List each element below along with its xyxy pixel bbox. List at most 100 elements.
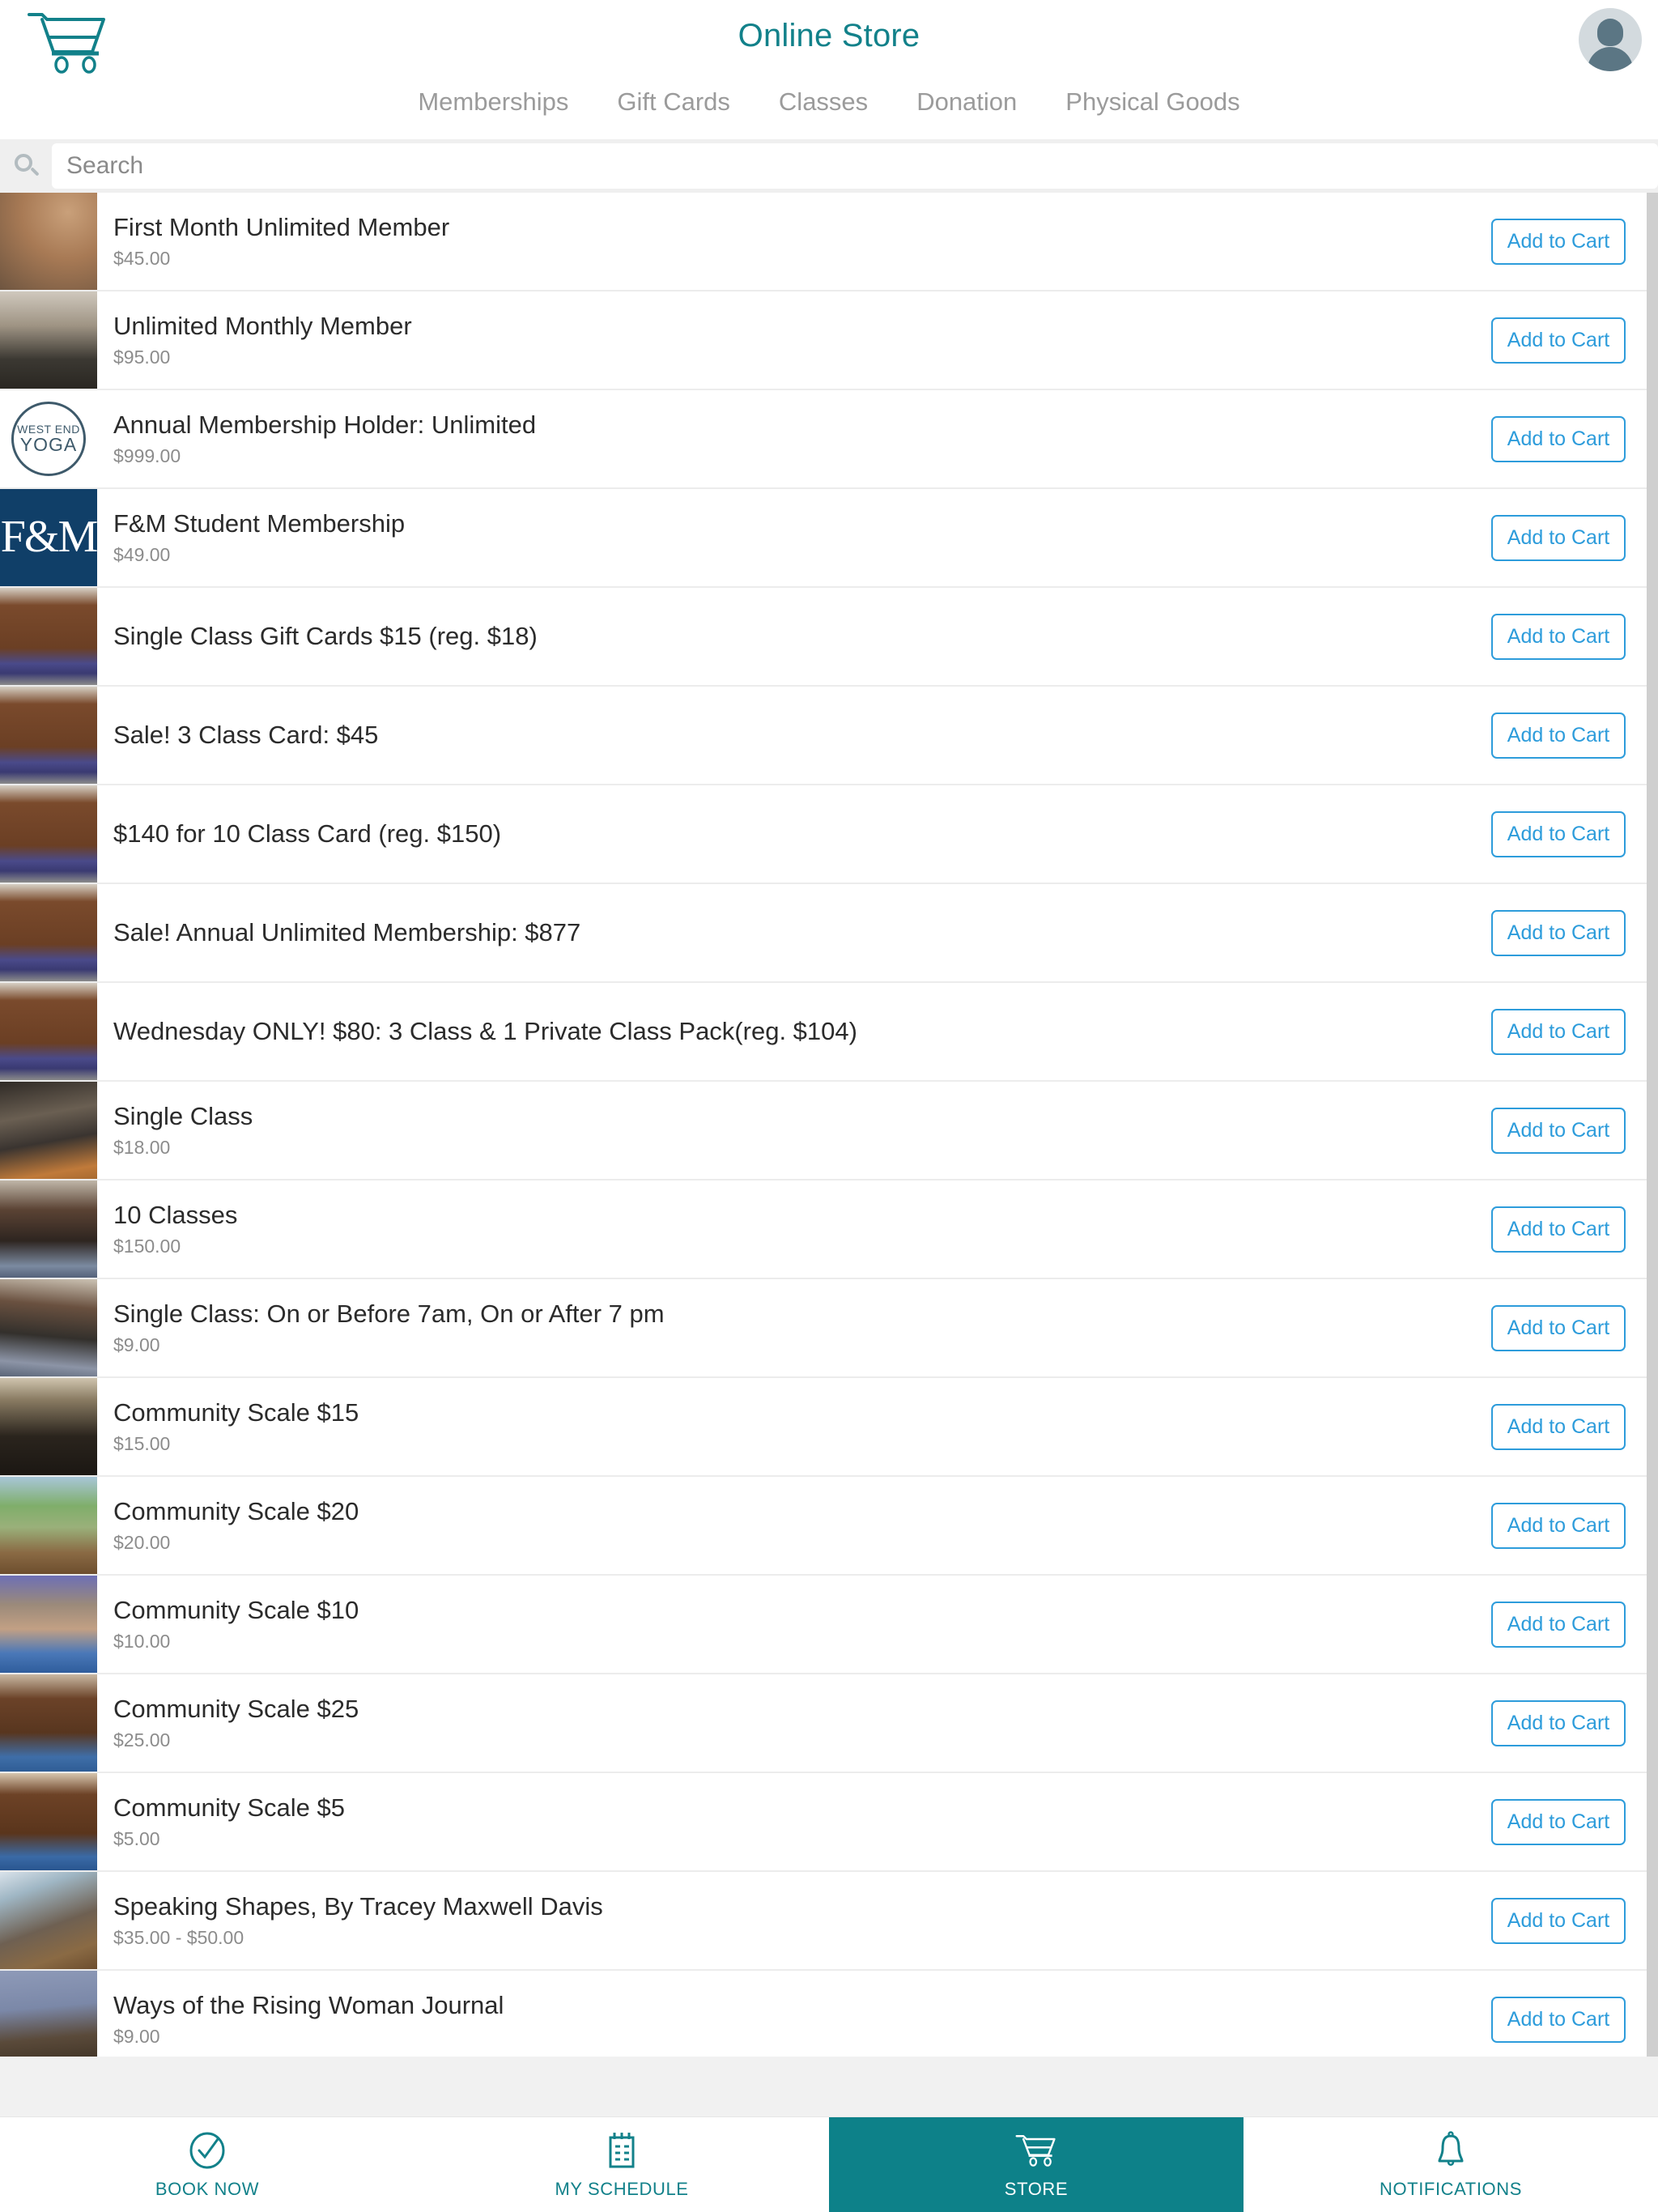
product-row[interactable]: Community Scale $20 $20.00 Add to Cart	[0, 1477, 1658, 1576]
product-row[interactable]: Community Scale $25 $25.00 Add to Cart	[0, 1674, 1658, 1773]
check-circle-icon	[189, 2130, 226, 2171]
product-info: 10 Classes $150.00	[97, 1180, 1480, 1278]
product-thumbnail	[0, 291, 97, 389]
product-thumbnail	[0, 983, 97, 1080]
tab-my-schedule-label: MY SCHEDULE	[555, 2178, 689, 2199]
product-row[interactable]: F&M F&M Student Membership $49.00 Add to Ca…	[0, 489, 1658, 588]
product-row[interactable]: First Month Unlimited Member $45.00 Add to…	[0, 193, 1658, 291]
product-title: Community Scale $5	[113, 1793, 346, 1822]
tab-store[interactable]: STORE	[829, 2117, 1244, 2212]
product-row[interactable]: Unlimited Monthly Member $95.00 Add to Car…	[0, 291, 1658, 390]
add-to-cart-button[interactable]: Add to Cart	[1490, 218, 1626, 265]
product-row[interactable]: 10 Classes $150.00 Add to Cart	[0, 1180, 1658, 1279]
logo-line-1: WEST END	[17, 422, 80, 436]
add-to-cart-button[interactable]: Add to Cart	[1490, 909, 1626, 956]
tab-my-schedule[interactable]: MY SCHEDULE	[414, 2117, 829, 2212]
product-thumbnail	[0, 884, 97, 981]
product-price: $9.00	[113, 2026, 160, 2048]
add-to-cart-button[interactable]: Add to Cart	[1490, 415, 1626, 462]
product-thumbnail	[0, 1773, 97, 1870]
add-to-cart-button[interactable]: Add to Cart	[1490, 1107, 1626, 1154]
product-thumbnail	[0, 1477, 97, 1574]
product-row[interactable]: Sale! 3 Class Card: $45 Add to Cart	[0, 687, 1658, 785]
product-price: $35.00 - $50.00	[113, 1927, 244, 1949]
product-row[interactable]: Single Class Gift Cards $15 (reg. $18) Ad…	[0, 588, 1658, 687]
add-to-cart-button[interactable]: Add to Cart	[1490, 1008, 1626, 1055]
product-thumbnail	[0, 1971, 97, 2057]
product-action: Add to Cart	[1480, 1180, 1658, 1278]
product-thumbnail	[0, 588, 97, 685]
add-to-cart-button[interactable]: Add to Cart	[1490, 613, 1626, 660]
product-row[interactable]: $140 for 10 Class Card (reg. $150) Add to…	[0, 785, 1658, 884]
product-price: $5.00	[113, 1828, 160, 1850]
add-to-cart-button[interactable]: Add to Cart	[1490, 1502, 1626, 1549]
product-row[interactable]: Community Scale $5 $5.00 Add to Cart	[0, 1773, 1658, 1872]
add-to-cart-button[interactable]: Add to Cart	[1490, 1206, 1626, 1253]
product-row[interactable]: Ways of the Rising Woman Journal $9.00 Add…	[0, 1971, 1658, 2057]
logo-line-2: YOGA	[19, 434, 78, 456]
add-to-cart-button[interactable]: Add to Cart	[1490, 1897, 1626, 1944]
product-row[interactable]: Community Scale $10 $10.00 Add to Cart	[0, 1576, 1658, 1674]
add-to-cart-button[interactable]: Add to Cart	[1490, 317, 1626, 364]
product-row[interactable]: Single Class: On or Before 7am, On or Af…	[0, 1279, 1658, 1378]
product-action: Add to Cart	[1480, 1378, 1658, 1475]
product-row[interactable]: Speaking Shapes, By Tracey Maxwell Davis…	[0, 1872, 1658, 1971]
product-action: Add to Cart	[1480, 390, 1658, 487]
add-to-cart-button[interactable]: Add to Cart	[1490, 712, 1626, 759]
add-to-cart-button[interactable]: Add to Cart	[1490, 1798, 1626, 1845]
product-action: Add to Cart	[1480, 1971, 1658, 2057]
product-list: First Month Unlimited Member $45.00 Add to…	[0, 193, 1658, 2057]
search-icon	[13, 152, 40, 180]
product-action: Add to Cart	[1480, 1279, 1658, 1376]
product-thumbnail	[0, 1674, 97, 1772]
product-title: Sale! Annual Unlimited Membership: $877	[113, 918, 581, 947]
product-info: Wednesday ONLY! $80: 3 Class & 1 Private…	[97, 983, 1480, 1080]
vertical-scrollbar[interactable]	[1647, 193, 1658, 2057]
add-to-cart-button[interactable]: Add to Cart	[1490, 1996, 1626, 2043]
add-to-cart-button[interactable]: Add to Cart	[1490, 1699, 1626, 1746]
product-thumbnail	[0, 1279, 97, 1376]
product-title: $140 for 10 Class Card (reg. $150)	[113, 819, 502, 849]
product-title: Community Scale $15	[113, 1397, 359, 1427]
product-price: $95.00	[113, 347, 171, 368]
product-action: Add to Cart	[1480, 785, 1658, 883]
product-row[interactable]: WEST END YOGA Annual Membership Holder: Un…	[0, 390, 1658, 489]
bottom-tab-bar: BOOK NOW MY SCHEDULE STORE NOTIFICATIONS	[0, 2116, 1658, 2212]
tab-store-label: STORE	[1004, 2178, 1069, 2199]
add-to-cart-button[interactable]: Add to Cart	[1490, 810, 1626, 857]
product-info: Ways of the Rising Woman Journal $9.00	[97, 1971, 1480, 2057]
avatar[interactable]	[1579, 8, 1642, 71]
product-title: Community Scale $25	[113, 1694, 359, 1723]
product-info: Community Scale $5 $5.00	[97, 1773, 1480, 1870]
product-thumbnail	[0, 1378, 97, 1475]
online-store-app: Online Store Memberships Gift Cards Clas…	[0, 0, 1658, 2212]
product-title: Ways of the Rising Woman Journal	[113, 1990, 504, 2019]
add-to-cart-button[interactable]: Add to Cart	[1490, 1304, 1626, 1351]
tab-classes[interactable]: Classes	[774, 86, 873, 118]
product-row[interactable]: Sale! Annual Unlimited Membership: $877 A…	[0, 884, 1658, 983]
product-row[interactable]: Single Class $18.00 Add to Cart	[0, 1082, 1658, 1180]
product-info: Annual Membership Holder: Unlimited $999.…	[97, 390, 1480, 487]
avatar-body-shape	[1588, 47, 1633, 71]
product-info: $140 for 10 Class Card (reg. $150)	[97, 785, 1480, 883]
product-info: Community Scale $20 $20.00	[97, 1477, 1480, 1574]
product-title: Annual Membership Holder: Unlimited	[113, 410, 537, 439]
add-to-cart-button[interactable]: Add to Cart	[1490, 514, 1626, 561]
tab-gift-cards[interactable]: Gift Cards	[612, 86, 735, 118]
product-row[interactable]: Community Scale $15 $15.00 Add to Cart	[0, 1378, 1658, 1477]
product-action: Add to Cart	[1480, 1872, 1658, 1969]
app-header: Online Store Memberships Gift Cards Clas…	[0, 0, 1658, 139]
tab-notifications[interactable]: NOTIFICATIONS	[1244, 2117, 1658, 2212]
add-to-cart-button[interactable]: Add to Cart	[1490, 1403, 1626, 1450]
tab-book-now[interactable]: BOOK NOW	[0, 2117, 414, 2212]
add-to-cart-button[interactable]: Add to Cart	[1490, 1601, 1626, 1648]
search-bar	[0, 139, 1658, 193]
product-action: Add to Cart	[1480, 687, 1658, 784]
product-row[interactable]: Wednesday ONLY! $80: 3 Class & 1 Private…	[0, 983, 1658, 1082]
tab-donation[interactable]: Donation	[912, 86, 1022, 118]
shopping-cart-icon	[1014, 2130, 1059, 2171]
tab-physical-goods[interactable]: Physical Goods	[1061, 86, 1244, 118]
tab-memberships[interactable]: Memberships	[413, 86, 573, 118]
product-price: $9.00	[113, 1334, 160, 1356]
search-input[interactable]	[52, 143, 1658, 189]
